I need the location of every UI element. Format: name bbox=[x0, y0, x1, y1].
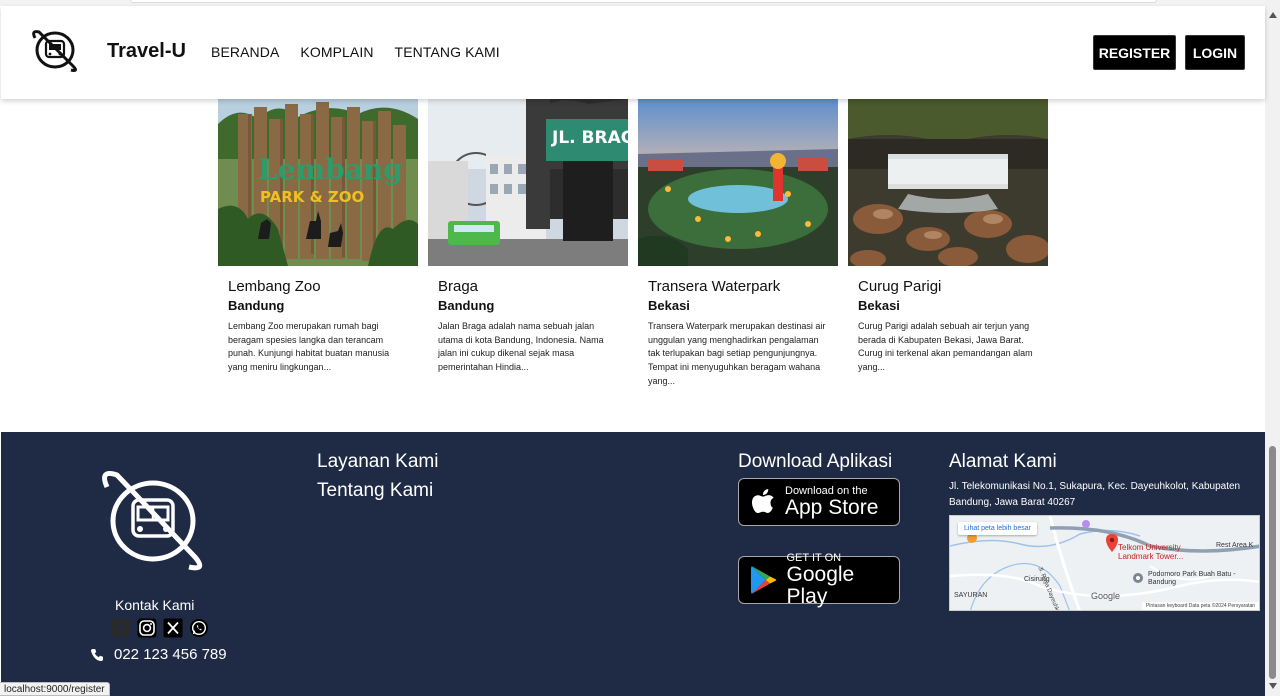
nav-beranda[interactable]: BERANDA bbox=[211, 44, 279, 60]
nav-komplain[interactable]: KOMPLAIN bbox=[300, 44, 373, 60]
map-area-label: Rest Area K bbox=[1216, 542, 1254, 549]
facebook-icon[interactable] bbox=[111, 618, 131, 638]
phone-contact: 022 123 456 789 bbox=[90, 646, 227, 663]
main-nav: BERANDA KOMPLAIN TENTANG KAMI bbox=[211, 44, 500, 60]
map-district-label: SAYURAN bbox=[954, 592, 988, 599]
social-icons bbox=[111, 618, 209, 638]
destination-title[interactable]: Transera Waterpark bbox=[648, 278, 838, 295]
destination-city: Bekasi bbox=[648, 298, 690, 313]
services-links: Layanan Kami Tentang Kami bbox=[317, 451, 438, 509]
brand-name[interactable]: Travel-U bbox=[107, 40, 186, 63]
google-play-button[interactable]: GET IT ON Google Play bbox=[738, 552, 900, 608]
destination-title[interactable]: Lembang Zoo bbox=[228, 278, 418, 295]
status-bar-url: localhost:9000/register bbox=[0, 682, 110, 696]
contact-label: Kontak Kami bbox=[115, 597, 195, 613]
destination-title[interactable]: Braga bbox=[438, 278, 628, 295]
page-scrollbar[interactable] bbox=[1265, 0, 1280, 696]
footer: Kontak Kami 022 123 456 789 Layanan Kami… bbox=[1, 432, 1265, 696]
destination-city: Bandung bbox=[228, 298, 285, 313]
destination-card[interactable]: Lembang PARK & ZOO Lembang Zoo Bandung L… bbox=[218, 99, 418, 375]
app-store-button[interactable]: Download on the App Store bbox=[738, 478, 900, 526]
destination-image[interactable] bbox=[638, 99, 838, 266]
appstore-big-text: App Store bbox=[785, 496, 879, 519]
map-park-label: Podomoro Park Buah Batu - Bandung bbox=[1148, 571, 1236, 586]
scrollbar-thumb[interactable] bbox=[1269, 446, 1276, 679]
instagram-icon[interactable] bbox=[137, 618, 157, 638]
destination-city: Bekasi bbox=[858, 298, 900, 313]
destination-image[interactable]: Lembang PARK & ZOO bbox=[218, 99, 418, 266]
link-tentang-kami[interactable]: Tentang Kami bbox=[317, 480, 438, 502]
destination-image[interactable]: JL. BRAGA bbox=[428, 99, 628, 266]
destination-cards: Lembang PARK & ZOO Lembang Zoo Bandung L… bbox=[218, 99, 1048, 399]
braga-sign-text: JL. BRAGA bbox=[551, 128, 628, 148]
larger-map-link[interactable]: Lihat peta lebih besar bbox=[958, 522, 1037, 535]
page: Travel-U BERANDA KOMPLAIN TENTANG KAMI R… bbox=[0, 0, 1280, 696]
google-play-icon bbox=[750, 566, 777, 594]
destination-description: Transera Waterpark merupakan destinasi a… bbox=[648, 321, 826, 386]
apple-icon bbox=[751, 489, 774, 514]
map-terms[interactable]: Pintasan keyboard Data peta ©2024 Persya… bbox=[1141, 602, 1259, 610]
google-logo: Google bbox=[1091, 591, 1121, 601]
navbar: Travel-U BERANDA KOMPLAIN TENTANG KAMI R… bbox=[1, 6, 1265, 99]
destination-card[interactable]: Curug Parigi Bekasi Curug Parigi adalah … bbox=[848, 99, 1048, 375]
destination-card[interactable]: JL. BRAGA Braga Bandung Jalan Braga adal… bbox=[428, 99, 628, 375]
embedded-map[interactable]: Lihat peta lebih besar Telkom University… bbox=[949, 515, 1260, 611]
whatsapp-icon[interactable] bbox=[189, 618, 209, 638]
footer-logo-icon bbox=[97, 465, 209, 575]
download-title: Download Aplikasi bbox=[738, 451, 893, 472]
destination-image[interactable] bbox=[848, 99, 1048, 266]
destination-title[interactable]: Curug Parigi bbox=[858, 278, 1048, 295]
link-layanan-kami[interactable]: Layanan Kami bbox=[317, 451, 438, 473]
map-pin-label[interactable]: Telkom University Landmark Tower... bbox=[1118, 543, 1188, 561]
login-button[interactable]: LOGIN bbox=[1185, 35, 1245, 70]
register-button[interactable]: REGISTER bbox=[1093, 35, 1176, 70]
phone-number[interactable]: 022 123 456 789 bbox=[114, 646, 227, 663]
address-title: Alamat Kami bbox=[949, 451, 1057, 472]
address-text: Jl. Telekomunikasi No.1, Sukapura, Kec. … bbox=[949, 481, 1241, 508]
x-twitter-icon[interactable] bbox=[163, 618, 183, 638]
destination-description: Jalan Braga adalah nama sebuah jalan uta… bbox=[438, 321, 604, 373]
scroll-down-arrow-icon[interactable] bbox=[1269, 683, 1277, 689]
destination-description: Curug Parigi adalah sebuah air terjun ya… bbox=[858, 321, 1033, 373]
destination-city: Bandung bbox=[438, 298, 495, 313]
nav-tentang-kami[interactable]: TENTANG KAMI bbox=[395, 44, 500, 60]
destination-description: Lembang Zoo merupakan rumah bagi beragam… bbox=[228, 321, 390, 373]
scroll-up-arrow-icon[interactable] bbox=[1269, 12, 1277, 18]
park-zoo-sign-text: PARK & ZOO bbox=[260, 188, 364, 206]
phone-icon bbox=[91, 648, 103, 661]
brand-logo-icon[interactable] bbox=[29, 24, 81, 76]
googleplay-big-text: Google Play bbox=[786, 563, 855, 608]
destination-card[interactable]: Transera Waterpark Bekasi Transera Water… bbox=[638, 99, 838, 389]
lembang-sign-text: Lembang bbox=[258, 153, 403, 186]
